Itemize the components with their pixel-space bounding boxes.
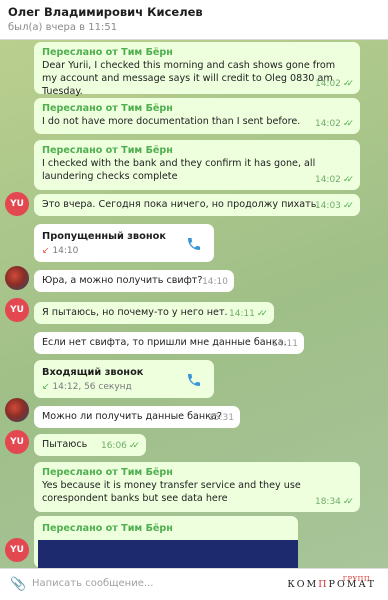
message-text: I do not have more documentation than I …: [42, 116, 301, 127]
double-check-icon: ✓✓: [342, 119, 354, 129]
message-bubble[interactable]: Переслано от Тим Бёрн I do not have more…: [34, 98, 360, 134]
forwarded-label[interactable]: Переслано от Тим Бёрн: [42, 466, 352, 479]
message-meta: 14:11 ✓✓: [229, 308, 268, 321]
message-bubble[interactable]: Переслано от Тим Бёрн Yes because it is …: [34, 462, 360, 512]
double-check-icon: ✓✓: [342, 497, 354, 507]
message-bubble[interactable]: Я пытаюсь, но почему-то у него нет. 14:1…: [34, 302, 274, 324]
double-check-icon: ✓✓: [342, 201, 354, 211]
message-meta: 14:02 ✓✓: [315, 174, 354, 187]
message-input[interactable]: Написать сообщение...: [32, 578, 153, 589]
message-meta: 18:34 ✓✓: [315, 496, 354, 509]
avatar[interactable]: YU: [5, 192, 29, 216]
phone-icon[interactable]: [186, 236, 202, 252]
call-info: ↙ 14:12, 56 секунд: [42, 381, 206, 394]
message-text: Юра, а можно получить свифт?: [42, 275, 203, 286]
chat-area[interactable]: Переслано от Тим Бёрн Dear Yurii, I chec…: [0, 40, 388, 568]
call-info: ↙ 14:10: [42, 245, 206, 258]
avatar[interactable]: [5, 398, 29, 422]
phone-icon[interactable]: [186, 372, 202, 388]
missed-call-arrow-icon: ↙: [42, 246, 50, 256]
double-check-icon: ✓✓: [342, 79, 354, 89]
message-bubble[interactable]: Это вчера. Сегодня пока ничего, но продо…: [34, 194, 360, 216]
contact-name[interactable]: Олег Владимирович Киселев: [8, 4, 380, 20]
avatar[interactable]: YU: [5, 538, 29, 562]
double-check-icon: ✓✓: [342, 175, 354, 185]
message-meta: 14:02 ✓✓: [315, 78, 354, 91]
message-meta: 15:31: [208, 412, 234, 425]
message-text: Если нет свифта, то пришли мне данные ба…: [42, 337, 287, 348]
message-time: 14:11: [272, 339, 298, 349]
incoming-call-arrow-icon: ↙: [42, 382, 50, 392]
forwarded-label[interactable]: Переслано от Тим Бёрн: [42, 522, 290, 535]
contact-status: был(а) вчера в 11:51: [8, 22, 118, 33]
call-title: Входящий звонок: [42, 367, 144, 378]
call-title: Пропущенный звонок: [42, 231, 167, 242]
call-time: 14:10: [52, 246, 79, 256]
message-time: 15:31: [208, 413, 234, 423]
message-time: 14:02: [314, 175, 341, 185]
call-bubble[interactable]: Пропущенный звонок ↙ 14:10: [34, 224, 214, 262]
message-time: 14:10: [202, 277, 228, 287]
message-bubble[interactable]: Переслано от Тим Бёрн I checked with the…: [34, 140, 360, 190]
message-bubble[interactable]: Можно ли получить данные банка? 15:31: [34, 406, 240, 428]
message-meta: 14:10: [202, 276, 228, 289]
message-time: 14:03: [314, 201, 341, 211]
forwarded-label[interactable]: Переслано от Тим Бёрн: [42, 46, 352, 59]
message-meta: 14:11: [272, 338, 298, 351]
message-bubble[interactable]: Переслано от Тим Бёрн Dear Yurii, I chec…: [34, 42, 360, 97]
forwarded-label[interactable]: Переслано от Тим Бёрн: [42, 102, 352, 115]
message-time: 14:02: [314, 79, 341, 89]
message-text: Можно ли получить данные банка?: [42, 411, 222, 422]
message-time: 14:02: [314, 119, 341, 129]
call-time: 14:12, 56 секунд: [52, 382, 132, 392]
message-bubble[interactable]: Если нет свифта, то пришли мне данные ба…: [34, 332, 304, 354]
avatar[interactable]: YU: [5, 430, 29, 454]
avatar[interactable]: [5, 266, 29, 290]
message-meta: 14:03 ✓✓: [315, 200, 354, 213]
attach-icon[interactable]: 📎: [10, 577, 26, 592]
message-bubble[interactable]: Юра, а можно получить свифт? 14:10: [34, 270, 234, 292]
attached-image[interactable]: [38, 540, 298, 568]
call-bubble[interactable]: Входящий звонок ↙ 14:12, 56 секунд: [34, 360, 214, 398]
message-time: 14:11: [228, 309, 255, 319]
double-check-icon: ✓✓: [256, 309, 268, 319]
watermark-logo: КОМПРОМАТ ГРУПП: [285, 575, 378, 590]
avatar[interactable]: YU: [5, 298, 29, 322]
message-bubble[interactable]: Пытаюсь 16:06 ✓✓: [34, 434, 146, 456]
message-input-bar[interactable]: 📎 Написать сообщение... КОМПРОМАТ ГРУПП: [0, 568, 388, 600]
message-time: 16:06: [100, 441, 127, 451]
message-text: Это вчера. Сегодня пока ничего, но продо…: [42, 199, 320, 210]
message-meta: 14:02 ✓✓: [315, 118, 354, 131]
message-meta: 16:06 ✓✓: [101, 440, 140, 453]
message-text: Yes because it is money transfer service…: [42, 480, 301, 504]
double-check-icon: ✓✓: [128, 441, 140, 451]
chat-header[interactable]: Олег Владимирович Киселев был(а) вчера в…: [0, 0, 388, 40]
message-time: 18:34: [314, 497, 341, 507]
message-text: I checked with the bank and they confirm…: [42, 158, 316, 182]
message-text: Dear Yurii, I checked this morning and c…: [42, 60, 336, 97]
forwarded-label[interactable]: Переслано от Тим Бёрн: [42, 144, 352, 157]
